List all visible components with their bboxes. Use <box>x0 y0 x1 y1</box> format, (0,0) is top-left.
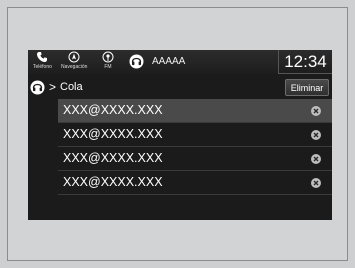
phone-shortcut[interactable]: Teléfono <box>33 51 52 70</box>
bluetooth-audio-icon <box>129 54 144 69</box>
queue-item[interactable]: XXX@XXXX.XXX <box>58 147 332 171</box>
queue-item-text: XXX@XXXX.XXX <box>63 103 163 117</box>
remove-x-circle-icon[interactable] <box>311 154 321 164</box>
header-row: > Cola Eliminar <box>28 77 332 99</box>
remove-x-circle-icon[interactable] <box>311 130 321 140</box>
queue-item[interactable]: XXX@XXXX.XXX <box>58 171 332 195</box>
breadcrumb-chevron-icon: > <box>49 80 57 94</box>
queue-item[interactable]: XXX@XXXX.XXX <box>58 123 332 147</box>
queue-item-text: XXX@XXXX.XXX <box>63 175 163 189</box>
infotainment-screen: Teléfono Navegación FM AAAAA 12:34 > Col… <box>28 50 332 220</box>
queue-item-text: XXX@XXXX.XXX <box>63 151 163 165</box>
page-title: Cola <box>60 81 83 93</box>
bluetooth-audio-icon[interactable] <box>30 80 45 95</box>
clock-area: 12:34 <box>278 50 332 74</box>
clock: 12:34 <box>284 51 327 71</box>
queue-item-text: XXX@XXXX.XXX <box>63 127 163 141</box>
delete-button[interactable]: Eliminar <box>285 79 329 96</box>
fm-label: FM <box>104 64 112 70</box>
phone-icon <box>37 52 48 62</box>
audio-source-name: AAAAA <box>152 56 186 67</box>
navigation-label: Navegación <box>61 64 88 70</box>
navigation-icon <box>68 51 80 63</box>
fm-radio-icon <box>102 51 114 63</box>
queue-item[interactable]: XXX@XXXX.XXX <box>58 99 332 123</box>
fm-shortcut[interactable]: FM <box>102 51 114 70</box>
remove-x-circle-icon[interactable] <box>311 106 321 116</box>
remove-x-circle-icon[interactable] <box>311 178 321 188</box>
phone-label: Teléfono <box>33 64 52 70</box>
navigation-shortcut[interactable]: Navegación <box>61 51 87 70</box>
queue-list: XXX@XXXX.XXX XXX@XXXX.XXX XXX@XXXX.XXX X… <box>58 99 332 195</box>
status-bar: Teléfono Navegación FM AAAAA 12:34 <box>28 50 332 74</box>
